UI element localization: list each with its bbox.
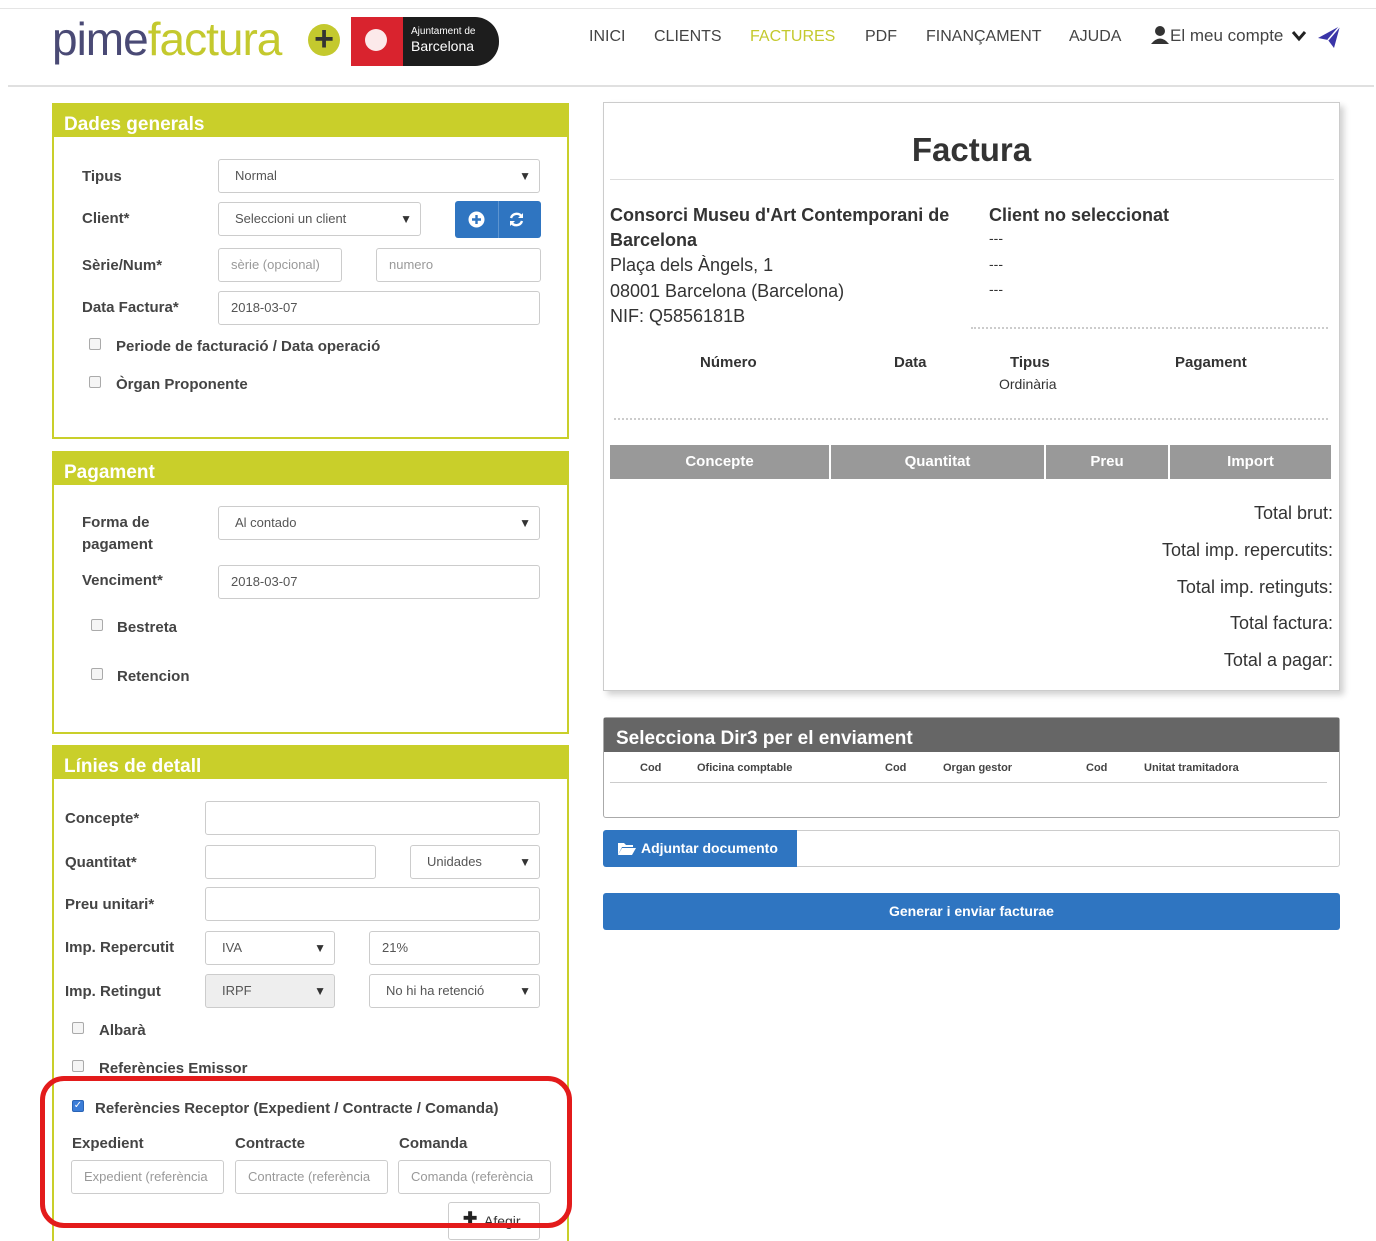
organ-checkbox[interactable] (89, 376, 101, 388)
header-separator (8, 85, 1374, 87)
dades-generals-panel: Dades generals Tipus Normal ▼ Client* Sel… (52, 103, 569, 439)
imp-repercutit-type-select[interactable]: IVA ▼ (205, 931, 335, 965)
adjuntar-button[interactable]: Adjuntar documento (603, 830, 797, 867)
generar-enviar-button[interactable]: Generar i enviar facturae (603, 893, 1340, 930)
send-icon[interactable] (1316, 24, 1342, 50)
quantitat-input[interactable] (205, 845, 376, 879)
nav-ajuda[interactable]: AJUDA (1069, 28, 1121, 46)
client-title: Client no seleccionat (989, 205, 1170, 225)
adjuntar-file-field[interactable] (797, 830, 1340, 867)
panel-title: Pagament (54, 453, 567, 485)
panel-title: Línies de detall (54, 747, 567, 779)
preu-unitari-input[interactable] (205, 887, 540, 921)
retencion-checkbox[interactable] (91, 668, 103, 680)
folder-open-icon (618, 843, 636, 855)
serie-input[interactable]: sèrie (opcional) (218, 248, 342, 282)
top-border (0, 8, 1376, 9)
client-select[interactable]: Seleccioni un client ▼ (218, 202, 421, 236)
panel-title: Dades generals (54, 105, 567, 137)
pagament-panel: Pagament Forma de pagament Al contado ▼ V… (52, 451, 569, 734)
venciment-input[interactable]: 2018-03-07 (218, 565, 540, 599)
imp-retingut-type-select[interactable]: IRPF ▼ (205, 974, 335, 1008)
periode-checkbox[interactable] (89, 338, 101, 350)
albara-checkbox[interactable] (72, 1022, 84, 1034)
tipus-select[interactable]: Normal ▼ (218, 159, 540, 193)
imp-retingut-select[interactable]: No hi ha retenció ▼ (369, 974, 540, 1008)
nav-inici[interactable]: INICI (589, 28, 625, 46)
brand-logo[interactable]: pimefactura (52, 12, 282, 66)
unitats-select[interactable]: Unidades ▼ (410, 845, 540, 879)
refresh-icon[interactable] (508, 211, 525, 228)
ref-emissor-checkbox[interactable] (72, 1060, 84, 1072)
data-factura-input[interactable]: 2018-03-07 (218, 291, 540, 325)
invoice-table-header: Concepte Quantitat Preu Import (610, 445, 1331, 479)
dir3-panel: Selecciona Dir3 per el enviament Cod Ofi… (603, 717, 1340, 818)
nav-clients[interactable]: CLIENTS (654, 28, 722, 46)
concepte-input[interactable] (205, 801, 540, 835)
partner-logo: Ajuntament de Barcelona (351, 17, 499, 66)
user-icon (1151, 26, 1169, 44)
partner-emblem-icon (351, 17, 403, 66)
add-client-icon[interactable] (468, 211, 485, 228)
nav-pdf[interactable]: PDF (865, 28, 897, 46)
nav-factures[interactable]: FACTURES (750, 28, 835, 46)
highlight-box (40, 1076, 572, 1228)
imp-repercutit-input[interactable]: 21% (369, 931, 540, 965)
nav-financament[interactable]: FINANÇAMENT (926, 28, 1042, 46)
invoice-preview: Factura Consorci Museu d'Art Contemporan… (603, 102, 1340, 691)
numero-input[interactable]: numero (376, 248, 541, 282)
invoice-title: Factura (911, 131, 1032, 168)
brand-plus-icon: + (308, 22, 340, 56)
chevron-down-icon (1291, 31, 1307, 42)
forma-pagament-select[interactable]: Al contado ▼ (218, 506, 540, 540)
bestreta-checkbox[interactable] (91, 619, 103, 631)
dir3-title: Selecciona Dir3 per el enviament (604, 718, 1339, 752)
client-actions (455, 201, 541, 238)
